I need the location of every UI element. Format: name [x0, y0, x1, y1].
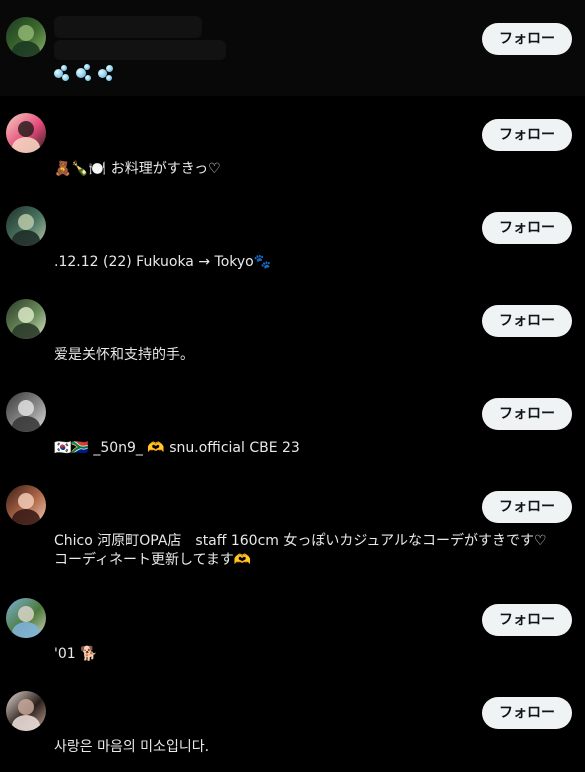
avatar-photo-shape: [12, 323, 40, 339]
avatar-photo-shape: [18, 400, 34, 416]
avatar-photo-shape: [18, 307, 34, 323]
redacted-name: [54, 16, 202, 38]
user-bio: .12.12 (22) Fukuoka → Tokyo🐾: [54, 254, 272, 270]
avatar-photo-shape: [18, 493, 34, 509]
user-row[interactable]: 🇰🇷🇿🇦 _50n9_ 🫶 snu.official CBE 23 フォロー: [0, 375, 585, 468]
user-row[interactable]: '01 🐕 フォロー: [0, 581, 585, 674]
user-row[interactable]: 사랑은 마음의 미소입니다. フォロー: [0, 674, 585, 772]
follow-button[interactable]: フォロー: [482, 305, 572, 337]
bubbles-icon: [54, 64, 116, 84]
avatar-photo-shape: [12, 41, 40, 57]
follow-button[interactable]: フォロー: [482, 491, 572, 523]
avatar-photo-shape: [12, 622, 40, 638]
avatar[interactable]: [6, 392, 46, 432]
follow-button[interactable]: フォロー: [482, 604, 572, 636]
avatar[interactable]: [6, 113, 46, 153]
avatar-photo-shape: [18, 606, 34, 622]
user-row[interactable]: フォロー: [0, 0, 585, 96]
avatar[interactable]: [6, 17, 46, 57]
follow-button[interactable]: フォロー: [482, 23, 572, 55]
avatar[interactable]: [6, 598, 46, 638]
avatar-photo-shape: [12, 230, 40, 246]
avatar-photo-shape: [12, 715, 40, 731]
avatar-photo-shape: [18, 699, 34, 715]
avatar[interactable]: [6, 206, 46, 246]
avatar-photo-shape: [12, 509, 40, 525]
user-bio: '01 🐕: [54, 646, 98, 662]
avatar-photo-shape: [12, 416, 40, 432]
avatar-photo-shape: [18, 25, 34, 41]
follow-button[interactable]: フォロー: [482, 212, 572, 244]
user-bio: 爱是关怀和支持的手。: [54, 347, 194, 363]
user-bio: 🧸🍾🍽️ お料理がすきっ♡: [54, 161, 221, 177]
avatar[interactable]: [6, 485, 46, 525]
avatar[interactable]: [6, 691, 46, 731]
user-bio: Chico 河原町OPA店 staff 160cm 女っぽいカジュアルなコーデが…: [54, 533, 547, 568]
user-row[interactable]: .12.12 (22) Fukuoka → Tokyo🐾 フォロー: [0, 189, 585, 282]
user-row[interactable]: 爱是关怀和支持的手。 フォロー: [0, 282, 585, 375]
avatar-photo-shape: [12, 137, 40, 153]
avatar-photo-shape: [18, 121, 34, 137]
who-to-follow-list: フォロー 🧸🍾🍽️ お料理がすきっ♡ フォロー .12.12 (22) Fuku…: [0, 0, 585, 772]
user-row[interactable]: 🧸🍾🍽️ お料理がすきっ♡ フォロー: [0, 96, 585, 189]
follow-button[interactable]: フォロー: [482, 697, 572, 729]
follow-button[interactable]: フォロー: [482, 398, 572, 430]
user-bio: 🇰🇷🇿🇦 _50n9_ 🫶 snu.official CBE 23: [54, 440, 300, 456]
user-row[interactable]: Chico 河原町OPA店 staff 160cm 女っぽいカジュアルなコーデが…: [0, 468, 585, 581]
user-bio: 사랑은 마음의 미소입니다.: [54, 739, 210, 755]
redacted-handle: [54, 40, 226, 60]
follow-button[interactable]: フォロー: [482, 119, 572, 151]
avatar-photo-shape: [18, 214, 34, 230]
avatar[interactable]: [6, 299, 46, 339]
